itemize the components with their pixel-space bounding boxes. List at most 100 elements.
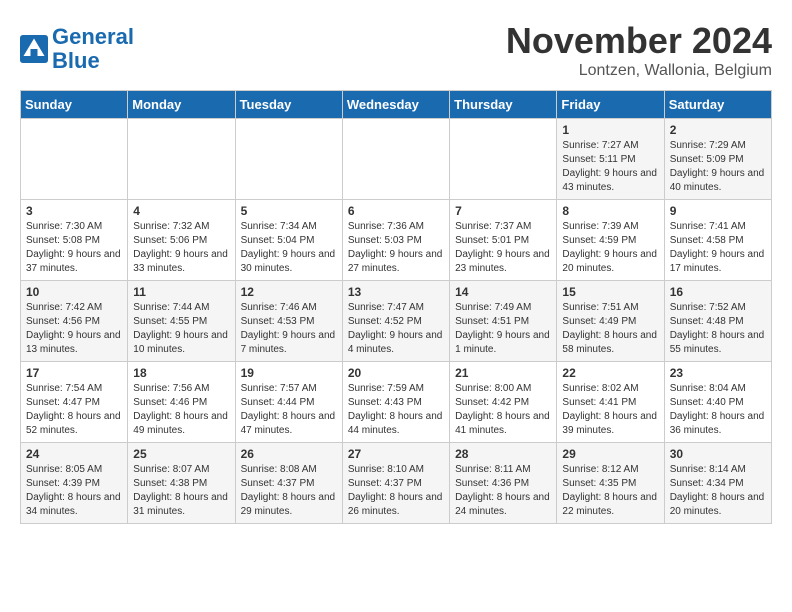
calendar-cell: 15 Sunrise: 7:51 AM Sunset: 4:49 PM Dayli… <box>557 281 664 362</box>
day-info: Sunrise: 7:44 AM Sunset: 4:55 PM Dayligh… <box>133 301 229 357</box>
day-info: Sunrise: 7:51 AM Sunset: 4:49 PM Dayligh… <box>562 301 658 357</box>
day-number: 19 <box>241 366 337 380</box>
logo-text: General Blue <box>52 25 134 73</box>
week-row-5: 24Sunrise: 8:05 AM Sunset: 4:39 PM Dayli… <box>21 443 772 524</box>
day-number: 26 <box>241 447 337 461</box>
calendar-cell: 24Sunrise: 8:05 AM Sunset: 4:39 PM Dayli… <box>21 443 128 524</box>
logo-icon <box>20 35 48 63</box>
calendar-header: SundayMondayTuesdayWednesdayThursdayFrid… <box>21 91 772 119</box>
calendar-body: 1Sunrise: 7:27 AM Sunset: 5:11 PM Daylig… <box>21 119 772 524</box>
calendar-cell: 7Sunrise: 7:37 AM Sunset: 5:01 PM Daylig… <box>450 200 557 281</box>
header: General Blue November 2024 Lontzen, Wall… <box>20 20 772 80</box>
location-title: Lontzen, Wallonia, Belgium <box>506 62 772 80</box>
day-number: 30 <box>670 447 766 461</box>
calendar-cell: 21 Sunrise: 8:00 AM Sunset: 4:42 PM Dayli… <box>450 362 557 443</box>
day-number: 18 <box>133 366 229 380</box>
calendar-cell <box>21 119 128 200</box>
day-info: Sunrise: 8:10 AM Sunset: 4:37 PM Dayligh… <box>348 463 444 519</box>
day-header-tuesday: Tuesday <box>235 91 342 119</box>
day-info: Sunrise: 7:56 AM Sunset: 4:46 PM Dayligh… <box>133 382 229 438</box>
calendar-cell: 5 Sunrise: 7:34 AM Sunset: 5:04 PM Daylig… <box>235 200 342 281</box>
day-number: 24 <box>26 447 122 461</box>
calendar-table: SundayMondayTuesdayWednesdayThursdayFrid… <box>20 90 772 524</box>
week-row-3: 10Sunrise: 7:42 AM Sunset: 4:56 PM Dayli… <box>21 281 772 362</box>
calendar-cell: 6Sunrise: 7:36 AM Sunset: 5:03 PM Daylig… <box>342 200 449 281</box>
day-info: Sunrise: 7:30 AM Sunset: 5:08 PM Dayligh… <box>26 220 122 276</box>
calendar-cell: 8 Sunrise: 7:39 AM Sunset: 4:59 PM Daylig… <box>557 200 664 281</box>
calendar-cell <box>128 119 235 200</box>
calendar-cell: 19 Sunrise: 7:57 AM Sunset: 4:44 PM Dayli… <box>235 362 342 443</box>
day-info: Sunrise: 7:47 AM Sunset: 4:52 PM Dayligh… <box>348 301 444 357</box>
day-header-friday: Friday <box>557 91 664 119</box>
day-info: Sunrise: 7:27 AM Sunset: 5:11 PM Dayligh… <box>562 139 658 195</box>
calendar-cell: 20 Sunrise: 7:59 AM Sunset: 4:43 PM Dayli… <box>342 362 449 443</box>
week-row-2: 3 Sunrise: 7:30 AM Sunset: 5:08 PM Daylig… <box>21 200 772 281</box>
day-info: Sunrise: 7:34 AM Sunset: 5:04 PM Dayligh… <box>241 220 337 276</box>
day-info: Sunrise: 7:54 AM Sunset: 4:47 PM Dayligh… <box>26 382 122 438</box>
day-number: 5 <box>241 204 337 218</box>
day-info: Sunrise: 7:36 AM Sunset: 5:03 PM Dayligh… <box>348 220 444 276</box>
day-info: Sunrise: 8:14 AM Sunset: 4:34 PM Dayligh… <box>670 463 766 519</box>
day-number: 10 <box>26 285 122 299</box>
day-header-monday: Monday <box>128 91 235 119</box>
day-info: Sunrise: 7:41 AM Sunset: 4:58 PM Dayligh… <box>670 220 766 276</box>
day-info: Sunrise: 8:00 AM Sunset: 4:42 PM Dayligh… <box>455 382 551 438</box>
day-number: 17 <box>26 366 122 380</box>
week-row-4: 17 Sunrise: 7:54 AM Sunset: 4:47 PM Dayli… <box>21 362 772 443</box>
logo-line1: General <box>52 24 134 49</box>
day-info: Sunrise: 7:49 AM Sunset: 4:51 PM Dayligh… <box>455 301 551 357</box>
day-number: 15 <box>562 285 658 299</box>
day-number: 11 <box>133 285 229 299</box>
day-number: 8 <box>562 204 658 218</box>
day-number: 21 <box>455 366 551 380</box>
day-info: Sunrise: 7:32 AM Sunset: 5:06 PM Dayligh… <box>133 220 229 276</box>
day-info: Sunrise: 7:39 AM Sunset: 4:59 PM Dayligh… <box>562 220 658 276</box>
day-number: 3 <box>26 204 122 218</box>
calendar-cell: 18 Sunrise: 7:56 AM Sunset: 4:46 PM Dayli… <box>128 362 235 443</box>
day-number: 7 <box>455 204 551 218</box>
day-number: 27 <box>348 447 444 461</box>
day-info: Sunrise: 8:02 AM Sunset: 4:41 PM Dayligh… <box>562 382 658 438</box>
calendar-cell <box>450 119 557 200</box>
day-header-sunday: Sunday <box>21 91 128 119</box>
calendar-cell: 25 Sunrise: 8:07 AM Sunset: 4:38 PM Dayli… <box>128 443 235 524</box>
day-number: 4 <box>133 204 229 218</box>
title-block: November 2024 Lontzen, Wallonia, Belgium <box>506 20 772 80</box>
day-info: Sunrise: 7:57 AM Sunset: 4:44 PM Dayligh… <box>241 382 337 438</box>
day-number: 28 <box>455 447 551 461</box>
logo-line2: Blue <box>52 48 100 73</box>
header-row: SundayMondayTuesdayWednesdayThursdayFrid… <box>21 91 772 119</box>
day-info: Sunrise: 7:59 AM Sunset: 4:43 PM Dayligh… <box>348 382 444 438</box>
day-info: Sunrise: 7:29 AM Sunset: 5:09 PM Dayligh… <box>670 139 766 195</box>
day-info: Sunrise: 7:46 AM Sunset: 4:53 PM Dayligh… <box>241 301 337 357</box>
day-number: 12 <box>241 285 337 299</box>
calendar-cell: 22Sunrise: 8:02 AM Sunset: 4:41 PM Dayli… <box>557 362 664 443</box>
day-header-saturday: Saturday <box>664 91 771 119</box>
day-info: Sunrise: 8:11 AM Sunset: 4:36 PM Dayligh… <box>455 463 551 519</box>
day-number: 29 <box>562 447 658 461</box>
day-number: 25 <box>133 447 229 461</box>
calendar-cell: 4 Sunrise: 7:32 AM Sunset: 5:06 PM Daylig… <box>128 200 235 281</box>
calendar-cell: 29Sunrise: 8:12 AM Sunset: 4:35 PM Dayli… <box>557 443 664 524</box>
week-row-1: 1Sunrise: 7:27 AM Sunset: 5:11 PM Daylig… <box>21 119 772 200</box>
calendar-cell: 11 Sunrise: 7:44 AM Sunset: 4:55 PM Dayli… <box>128 281 235 362</box>
day-number: 14 <box>455 285 551 299</box>
calendar-cell: 13 Sunrise: 7:47 AM Sunset: 4:52 PM Dayli… <box>342 281 449 362</box>
calendar-cell: 14 Sunrise: 7:49 AM Sunset: 4:51 PM Dayli… <box>450 281 557 362</box>
day-number: 2 <box>670 123 766 137</box>
calendar-cell <box>235 119 342 200</box>
day-header-thursday: Thursday <box>450 91 557 119</box>
calendar-cell: 16 Sunrise: 7:52 AM Sunset: 4:48 PM Dayli… <box>664 281 771 362</box>
day-number: 13 <box>348 285 444 299</box>
calendar-cell: 30 Sunrise: 8:14 AM Sunset: 4:34 PM Dayli… <box>664 443 771 524</box>
day-number: 20 <box>348 366 444 380</box>
day-number: 16 <box>670 285 766 299</box>
day-info: Sunrise: 7:52 AM Sunset: 4:48 PM Dayligh… <box>670 301 766 357</box>
day-info: Sunrise: 8:04 AM Sunset: 4:40 PM Dayligh… <box>670 382 766 438</box>
calendar-cell: 23Sunrise: 8:04 AM Sunset: 4:40 PM Dayli… <box>664 362 771 443</box>
calendar-cell: 1Sunrise: 7:27 AM Sunset: 5:11 PM Daylig… <box>557 119 664 200</box>
day-info: Sunrise: 8:08 AM Sunset: 4:37 PM Dayligh… <box>241 463 337 519</box>
month-title: November 2024 <box>506 20 772 62</box>
calendar-cell: 10Sunrise: 7:42 AM Sunset: 4:56 PM Dayli… <box>21 281 128 362</box>
day-info: Sunrise: 8:07 AM Sunset: 4:38 PM Dayligh… <box>133 463 229 519</box>
